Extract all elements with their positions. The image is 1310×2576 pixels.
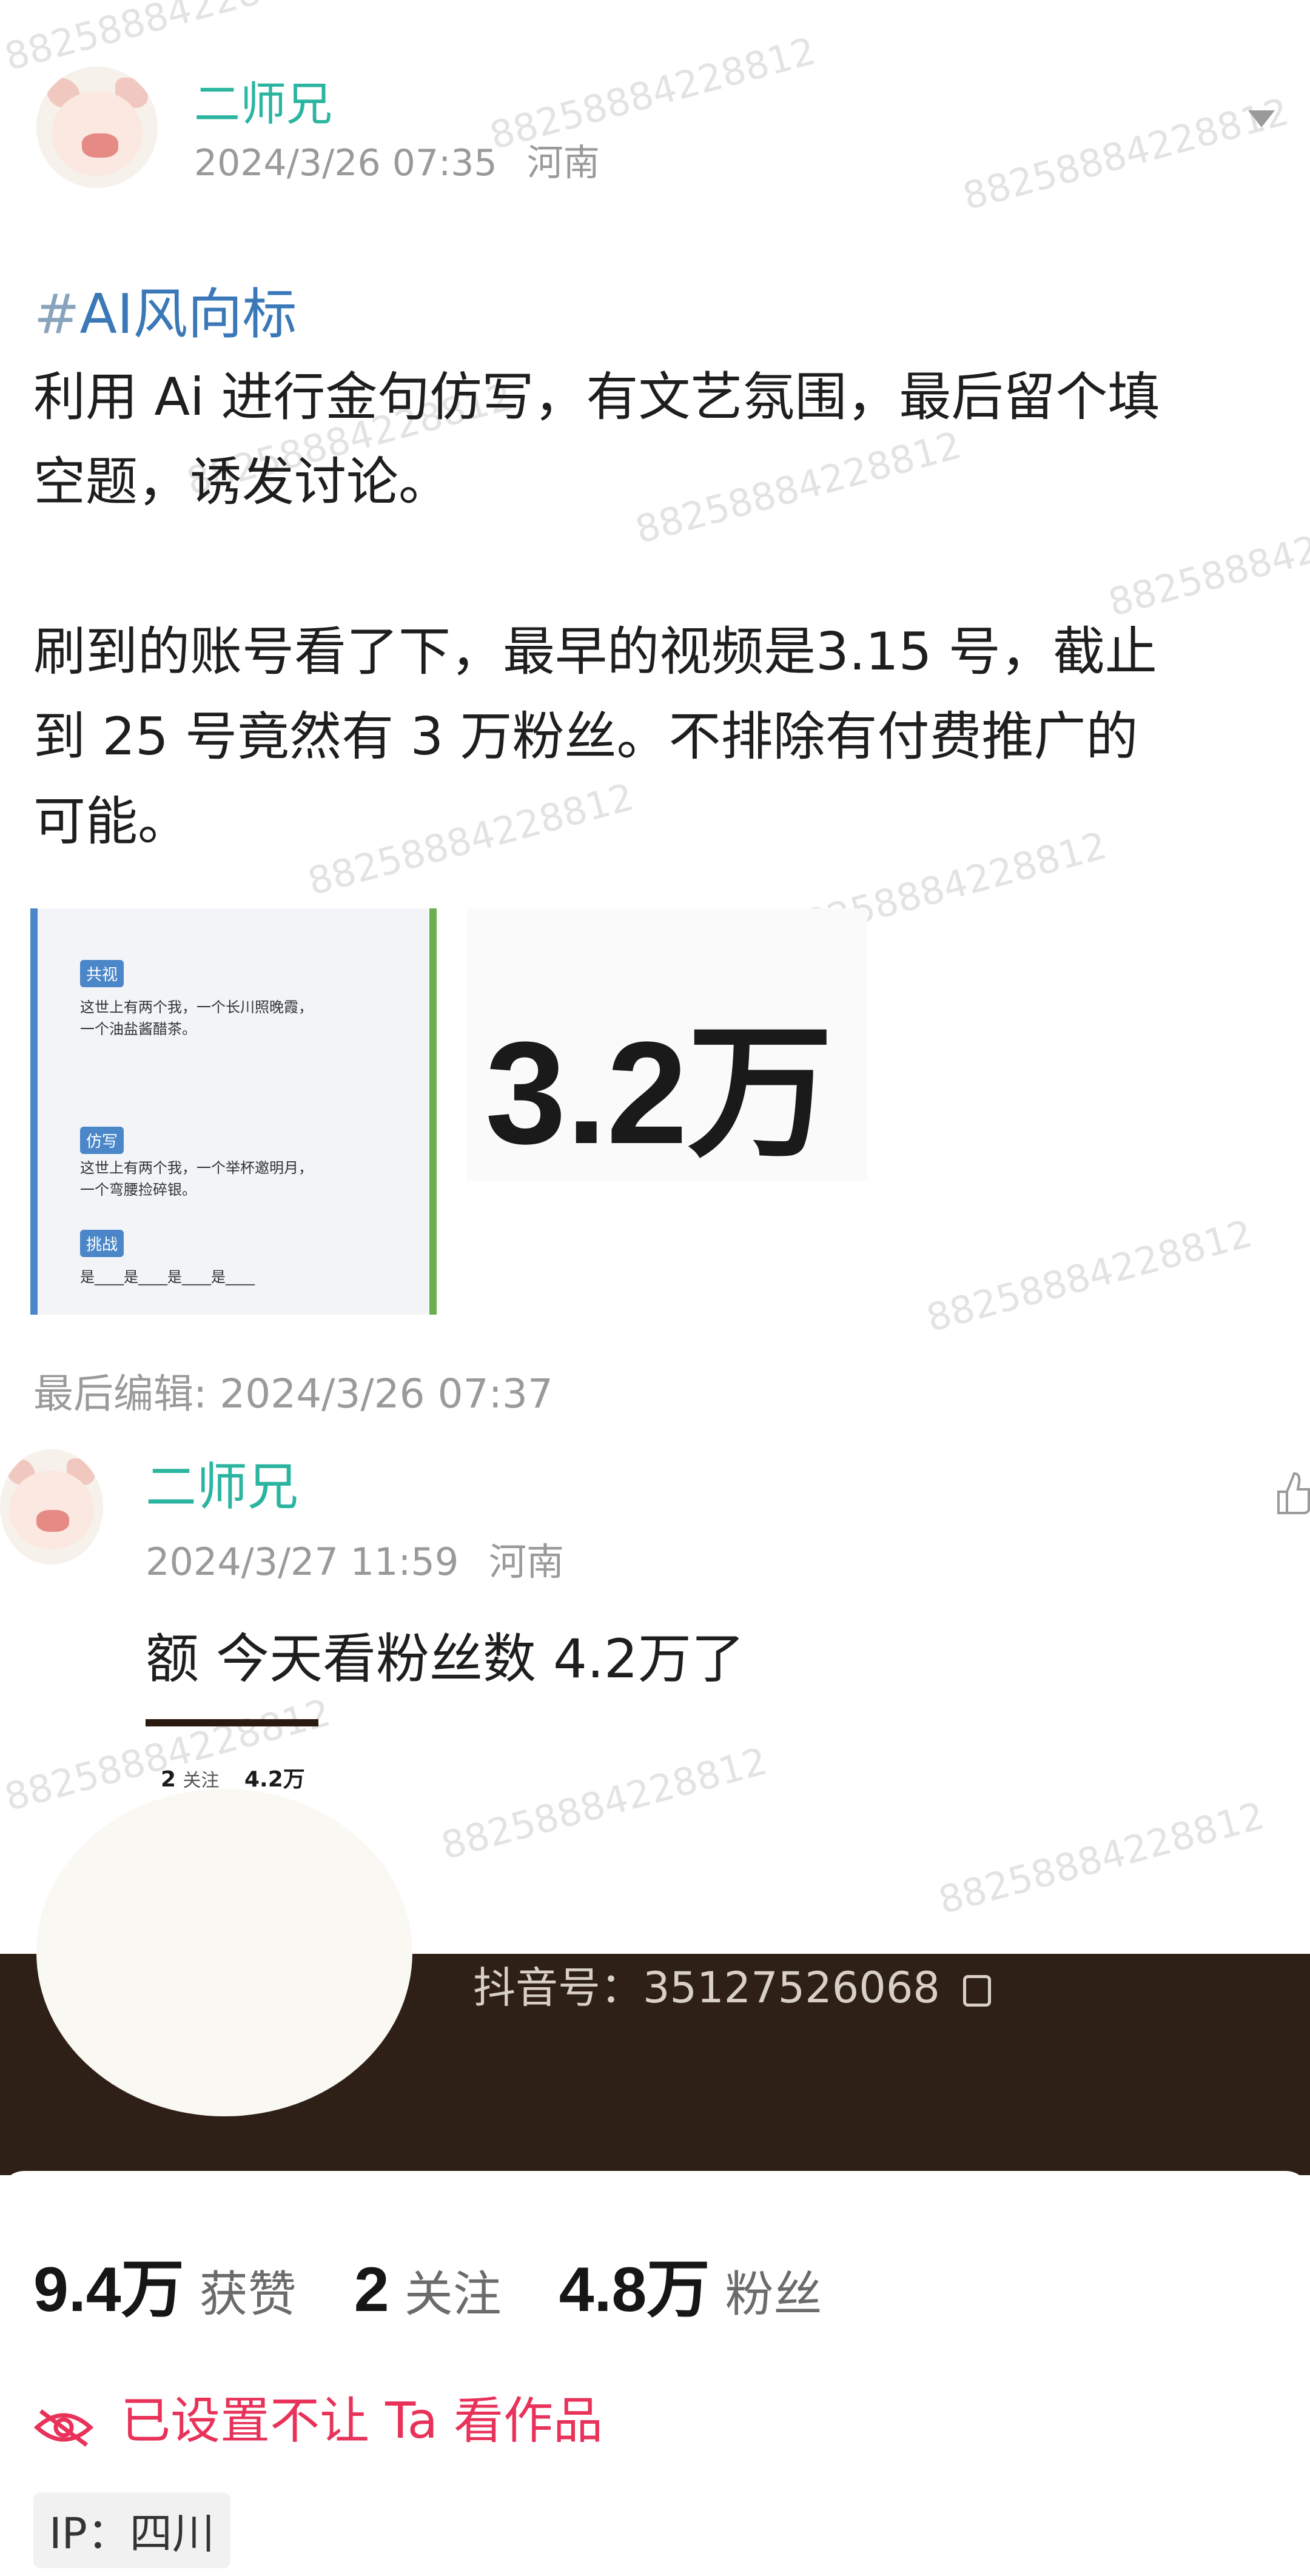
likes-label: 获赞 xyxy=(199,2266,297,2323)
hashtag-text: AI风向标 xyxy=(79,283,297,346)
divider-bar xyxy=(146,1719,318,1726)
watermark: 88258884228812 xyxy=(958,89,1294,219)
hashtag-link[interactable]: #AI风向标 xyxy=(34,270,297,349)
comment-location: 河南 xyxy=(489,1540,565,1584)
watermark: 88258884228812 xyxy=(922,1211,1257,1341)
profile-avatar[interactable] xyxy=(36,1789,412,2116)
watermark: 88258884228812 xyxy=(934,1793,1269,1923)
comment-text: 额 今天看粉丝数 4.2万了 xyxy=(146,1628,745,1690)
ip-badge: IP：四川 xyxy=(33,2492,230,2568)
post-image-2[interactable]: 3.2万 xyxy=(467,908,867,1181)
watermark: 88258884228812 xyxy=(437,1739,772,1868)
tag-badge: 共视 xyxy=(80,960,124,987)
author-name[interactable]: 二师兄 xyxy=(194,67,332,133)
fans-label[interactable]: 粉丝 xyxy=(725,2266,822,2323)
post-line: 到 25 号竟然有 3 万粉丝。不排除有付费推广的 xyxy=(33,706,1138,767)
mini-follow-count: 2 xyxy=(161,1767,176,1792)
fill-blank-text: 是____是____是____是____ xyxy=(80,1269,255,1286)
likes-count: 9.4万 xyxy=(33,2255,184,2325)
post-meta: 2024/3/26 07:35 河南 xyxy=(194,133,600,186)
post-date: 2024/3/26 07:35 xyxy=(194,142,497,184)
hashtag-symbol: # xyxy=(34,283,80,346)
mini-follow-label: 关注 xyxy=(183,1770,220,1791)
mini-fans-count: 4.2万 xyxy=(244,1767,305,1792)
hidden-works-text: 已设置不让 Ta 看作品 xyxy=(121,2392,603,2450)
fans-count[interactable]: 4.8万 xyxy=(559,2255,710,2325)
profile-stats: 9.4万 获赞 2 关注 4.8万 粉丝 xyxy=(33,2238,822,2329)
author-avatar[interactable] xyxy=(36,67,158,188)
tag-badge: 挑战 xyxy=(80,1230,124,1257)
chevron-down-icon[interactable] xyxy=(1248,110,1275,127)
post-location: 河南 xyxy=(526,142,600,184)
post-line: 利用 Ai 进行金句仿写，有文艺氛围，最后留个填 xyxy=(33,367,1160,428)
hidden-works-notice[interactable]: 已设置不让 Ta 看作品 xyxy=(33,2380,603,2452)
copy-icon[interactable] xyxy=(963,1974,992,2007)
commenter-name[interactable]: 二师兄 xyxy=(146,1446,298,1520)
comment-meta: 2024/3/27 11:59 河南 xyxy=(146,1531,564,1586)
post-line: 刷到的账号看了下，最早的视频是3.15 号，截止 xyxy=(33,622,1157,682)
pig-snout xyxy=(36,1510,69,1532)
following-label[interactable]: 关注 xyxy=(405,2266,502,2323)
post-line: 可能。 xyxy=(33,791,190,852)
image-text: 这世上有两个我，一个举杯邀明月， 一个弯腰捡碎银。 xyxy=(80,1159,313,1198)
douyin-id[interactable]: 抖音号：35127526068 xyxy=(473,1954,992,2015)
commenter-avatar[interactable] xyxy=(0,1449,103,1565)
post-body: 利用 Ai 进行金句仿写，有文艺氛围，最后留个填 空题，诱发讨论。 刷到的账号看… xyxy=(33,355,1295,864)
comment-date: 2024/3/27 11:59 xyxy=(146,1540,459,1584)
last-edit: 最后编辑: 2024/3/26 07:37 xyxy=(33,1370,553,1417)
douyin-id-text: 抖音号：35127526068 xyxy=(473,1963,940,2013)
post-line: 空题，诱发讨论。 xyxy=(33,452,451,512)
thumb-up-icon[interactable] xyxy=(1274,1467,1310,1516)
pig-snout xyxy=(82,133,118,158)
following-count[interactable]: 2 xyxy=(354,2255,389,2325)
tag-badge: 仿写 xyxy=(80,1127,124,1154)
eye-off-icon xyxy=(33,2403,94,2447)
post-image-1[interactable]: 共视 这世上有两个我，一个长川照晚霞， 一个油盐酱醋茶。 仿写 这世上有两个我，… xyxy=(30,908,437,1315)
follower-count-image: 3.2万 xyxy=(485,1011,833,1174)
image-text: 这世上有两个我，一个长川照晚霞， 一个油盐酱醋茶。 xyxy=(80,999,313,1038)
